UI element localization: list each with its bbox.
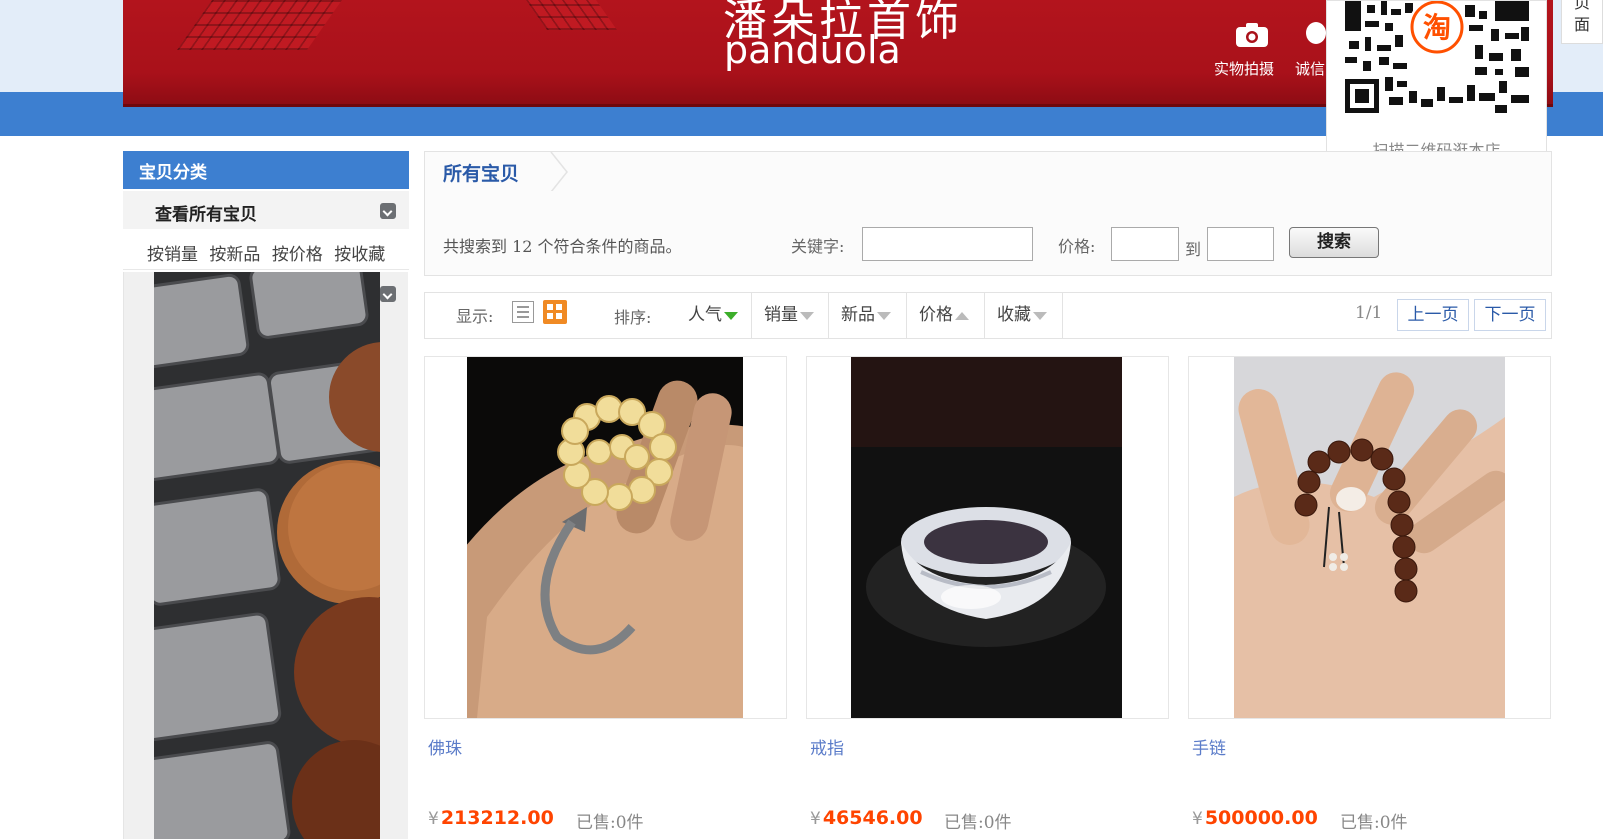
product-card[interactable] xyxy=(1188,356,1551,719)
product-sold-count: 已售:0件 xyxy=(576,813,644,833)
sort-new[interactable]: 新品 xyxy=(829,293,907,338)
keyword-input[interactable] xyxy=(862,227,1033,261)
product-price: ¥213212.00 xyxy=(428,807,554,829)
chevron-right-icon xyxy=(550,152,568,192)
view-all-items-link[interactable]: 查看所有宝贝 xyxy=(123,191,409,229)
view-all-items-label: 查看所有宝贝 xyxy=(155,205,257,225)
side-tab-line1: 页 xyxy=(1573,0,1590,12)
qr-code-icon[interactable]: 淘 xyxy=(1345,1,1529,115)
sort-arrow-icon xyxy=(800,311,814,320)
product-title[interactable]: 佛珠 xyxy=(428,734,462,759)
sort-sales[interactable]: 销量 xyxy=(752,293,829,338)
price-value: 500000.00 xyxy=(1204,807,1318,829)
side-float-tab[interactable]: 页 面 xyxy=(1561,0,1603,44)
brand-name-en: panduola xyxy=(724,28,901,72)
price-label: 价格: xyxy=(1058,237,1096,256)
page-indicator: 1/1 xyxy=(1355,303,1383,323)
prev-page-button[interactable]: 上一页 xyxy=(1397,299,1469,331)
product-price: ¥500000.00 xyxy=(1192,807,1318,829)
product-card[interactable] xyxy=(806,356,1169,719)
next-page-button[interactable]: 下一页 xyxy=(1474,299,1546,331)
banner-decoration xyxy=(518,0,618,30)
sort-label: 排序: xyxy=(614,308,652,327)
honesty-icon xyxy=(1306,22,1326,44)
sort-new-label: 新品 xyxy=(841,305,875,325)
banner-decoration xyxy=(176,0,350,50)
real-photo-label: 实物拍摄 xyxy=(1214,60,1275,78)
sort-arrow-icon xyxy=(1033,311,1047,320)
sort-arrow-icon xyxy=(877,311,891,320)
price-value: 213212.00 xyxy=(440,807,554,829)
taobao-badge: 淘 xyxy=(1423,11,1451,44)
items-tab-bar: 所有宝贝 xyxy=(424,151,1552,192)
sort-arrow-icon xyxy=(955,311,969,320)
currency-symbol: ¥ xyxy=(1192,809,1203,829)
side-tab-line2: 面 xyxy=(1573,15,1590,34)
sidebar-sort-links: 按销量 按新品 按价格 按收藏 xyxy=(123,232,409,270)
product-card[interactable] xyxy=(424,356,787,719)
honesty-label: 诚信 xyxy=(1295,60,1326,78)
keyword-label: 关键字: xyxy=(791,237,845,256)
tab-all-items[interactable]: 所有宝贝 xyxy=(443,159,519,186)
product-title[interactable]: 戒指 xyxy=(810,734,844,759)
sort-link-favorites[interactable]: 按收藏 xyxy=(334,245,385,265)
currency-symbol: ¥ xyxy=(428,809,439,829)
sort-arrow-icon xyxy=(724,311,738,320)
list-view-icon[interactable] xyxy=(512,301,534,323)
search-button[interactable]: 搜索 xyxy=(1289,227,1379,258)
sort-favorites[interactable]: 收藏 xyxy=(985,293,1063,338)
sidebar-banner-image[interactable] xyxy=(154,272,380,839)
price-max-input[interactable] xyxy=(1207,227,1274,261)
currency-symbol: ¥ xyxy=(810,809,821,829)
price-value: 46546.00 xyxy=(822,807,923,829)
search-bar: 共搜索到 12 个符合条件的商品。 关键字: 价格: 到 搜索 xyxy=(424,191,1552,276)
sort-link-price[interactable]: 按价格 xyxy=(272,245,323,265)
product-image[interactable] xyxy=(851,357,1122,718)
chevron-down-icon[interactable] xyxy=(380,203,396,219)
result-count-text: 共搜索到 12 个符合条件的商品。 xyxy=(443,237,682,256)
sort-price-label: 价格 xyxy=(919,305,953,325)
sort-link-new[interactable]: 按新品 xyxy=(209,245,260,265)
keyboard-beads-photo xyxy=(154,272,380,839)
price-min-input[interactable] xyxy=(1111,227,1179,261)
product-image[interactable] xyxy=(467,357,743,718)
grid-view-icon[interactable] xyxy=(543,300,567,324)
sort-favorites-label: 收藏 xyxy=(997,305,1031,325)
sort-popularity[interactable]: 人气 xyxy=(676,293,751,338)
price-to-label: 到 xyxy=(1185,240,1202,259)
camera-icon xyxy=(1236,23,1268,47)
product-sold-count: 已售:0件 xyxy=(1340,813,1408,833)
category-header: 宝贝分类 xyxy=(123,151,409,189)
chevron-down-icon[interactable] xyxy=(380,286,396,302)
sort-sales-label: 销量 xyxy=(764,305,798,325)
product-sold-count: 已售:0件 xyxy=(944,813,1012,833)
product-price: ¥46546.00 xyxy=(810,807,923,829)
display-sort-toolbar: 显示: 排序: 人气 销量 新品 价格 收藏 1/1 上一页 下一页 xyxy=(424,292,1552,339)
sort-popularity-label: 人气 xyxy=(688,305,722,325)
sort-price[interactable]: 价格 xyxy=(907,293,985,338)
product-image[interactable] xyxy=(1234,357,1505,718)
display-label: 显示: xyxy=(456,307,494,326)
sort-link-sales[interactable]: 按销量 xyxy=(147,245,198,265)
product-title[interactable]: 手链 xyxy=(1192,734,1226,759)
